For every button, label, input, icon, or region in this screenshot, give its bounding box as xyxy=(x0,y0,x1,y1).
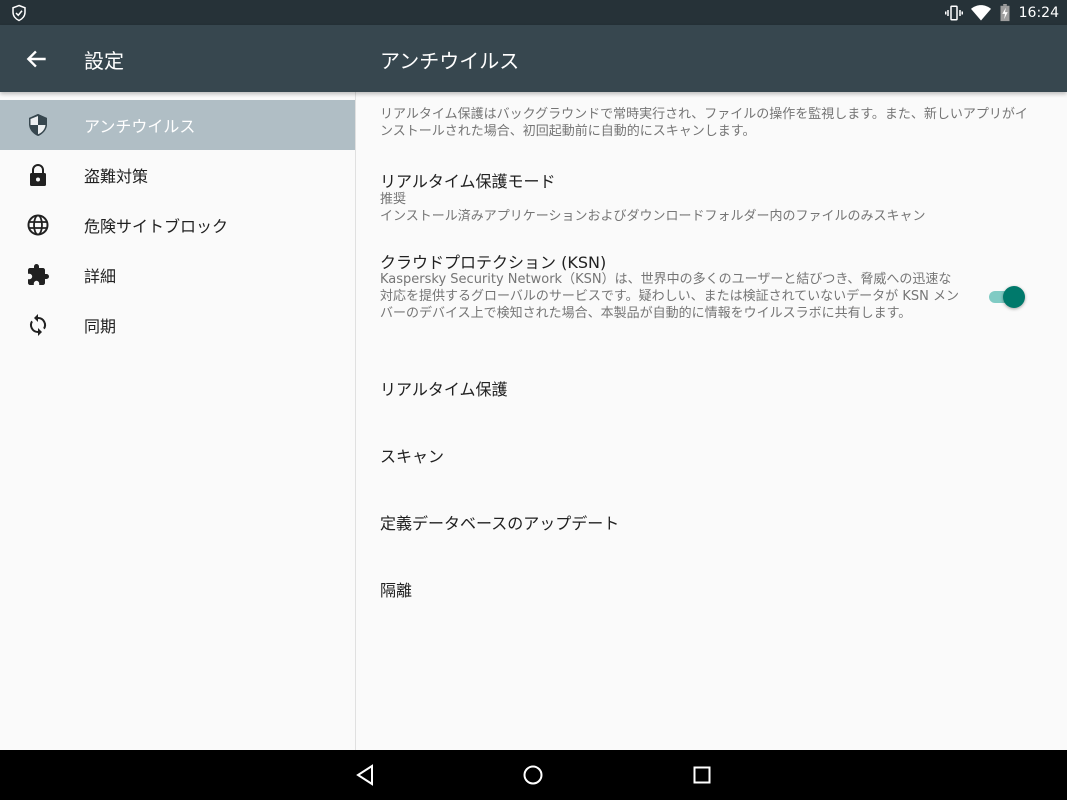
battery-charging-icon xyxy=(1000,3,1010,21)
sidebar: アンチウイルス 盗難対策 危険サイトブロック 詳細 同期 xyxy=(0,92,356,750)
scan-item[interactable]: スキャン xyxy=(380,443,444,467)
sidebar-item-label: 詳細 xyxy=(84,267,117,286)
shield-check-icon xyxy=(12,4,26,22)
sidebar-item-anti-theft[interactable]: 盗難対策 xyxy=(0,150,355,200)
sidebar-item-antivirus[interactable]: アンチウイルス xyxy=(0,100,355,150)
realtime-protection-item[interactable]: リアルタイム保護 xyxy=(380,376,508,400)
page-title: アンチウイルス xyxy=(380,49,520,73)
app-bar: 設定 アンチウイルス xyxy=(0,25,1067,92)
sidebar-item-web-filter[interactable]: 危険サイトブロック xyxy=(0,200,355,250)
quarantine-item[interactable]: 隔離 xyxy=(380,577,412,601)
recents-square-icon[interactable] xyxy=(690,763,714,787)
status-bar: 16:24 xyxy=(0,0,1067,25)
ksn-description: Kaspersky Security Network（KSN）は、世界中の多くの… xyxy=(380,272,959,321)
database-update-item[interactable]: 定義データベースのアップデート xyxy=(380,510,619,534)
sidebar-item-label: 危険サイトブロック xyxy=(84,217,229,236)
sidebar-item-label: 同期 xyxy=(84,317,117,336)
content-pane: リアルタイム保護はバックグラウンドで常時実行され、ファイルの操作を監視します。ま… xyxy=(356,92,1067,750)
vibrate-icon xyxy=(944,5,963,20)
sidebar-item-advanced[interactable]: 詳細 xyxy=(0,250,355,300)
lock-icon xyxy=(30,164,46,186)
ksn-toggle[interactable] xyxy=(989,285,1025,308)
status-time: 16:24 xyxy=(1018,4,1059,21)
antivirus-description: リアルタイム保護はバックグラウンドで常時実行され、ファイルの操作を監視します。ま… xyxy=(380,107,1028,139)
sidebar-item-sync[interactable]: 同期 xyxy=(0,300,355,350)
sidebar-item-label: アンチウイルス xyxy=(84,117,196,136)
wifi-icon xyxy=(970,4,991,20)
ksn-title: クラウドプロテクション (KSN) xyxy=(380,253,607,272)
sidebar-item-label: 盗難対策 xyxy=(84,167,149,186)
sync-icon xyxy=(29,314,47,336)
shield-icon xyxy=(29,114,47,136)
globe-icon xyxy=(27,214,49,236)
realtime-mode-title: リアルタイム保護モード xyxy=(380,172,556,191)
home-circle-icon[interactable] xyxy=(521,763,545,787)
back-triangle-icon[interactable] xyxy=(353,763,377,787)
realtime-mode-value: 推奨 xyxy=(380,192,407,207)
arrow-back-icon[interactable] xyxy=(24,46,50,72)
toggle-thumb xyxy=(1003,286,1025,308)
navigation-bar xyxy=(0,750,1067,800)
realtime-mode-detail: インストール済みアプリケーションおよびダウンロードフォルダー内のファイルのみスキ… xyxy=(380,209,926,224)
puzzle-icon xyxy=(28,264,49,285)
settings-title: 設定 xyxy=(84,49,124,73)
